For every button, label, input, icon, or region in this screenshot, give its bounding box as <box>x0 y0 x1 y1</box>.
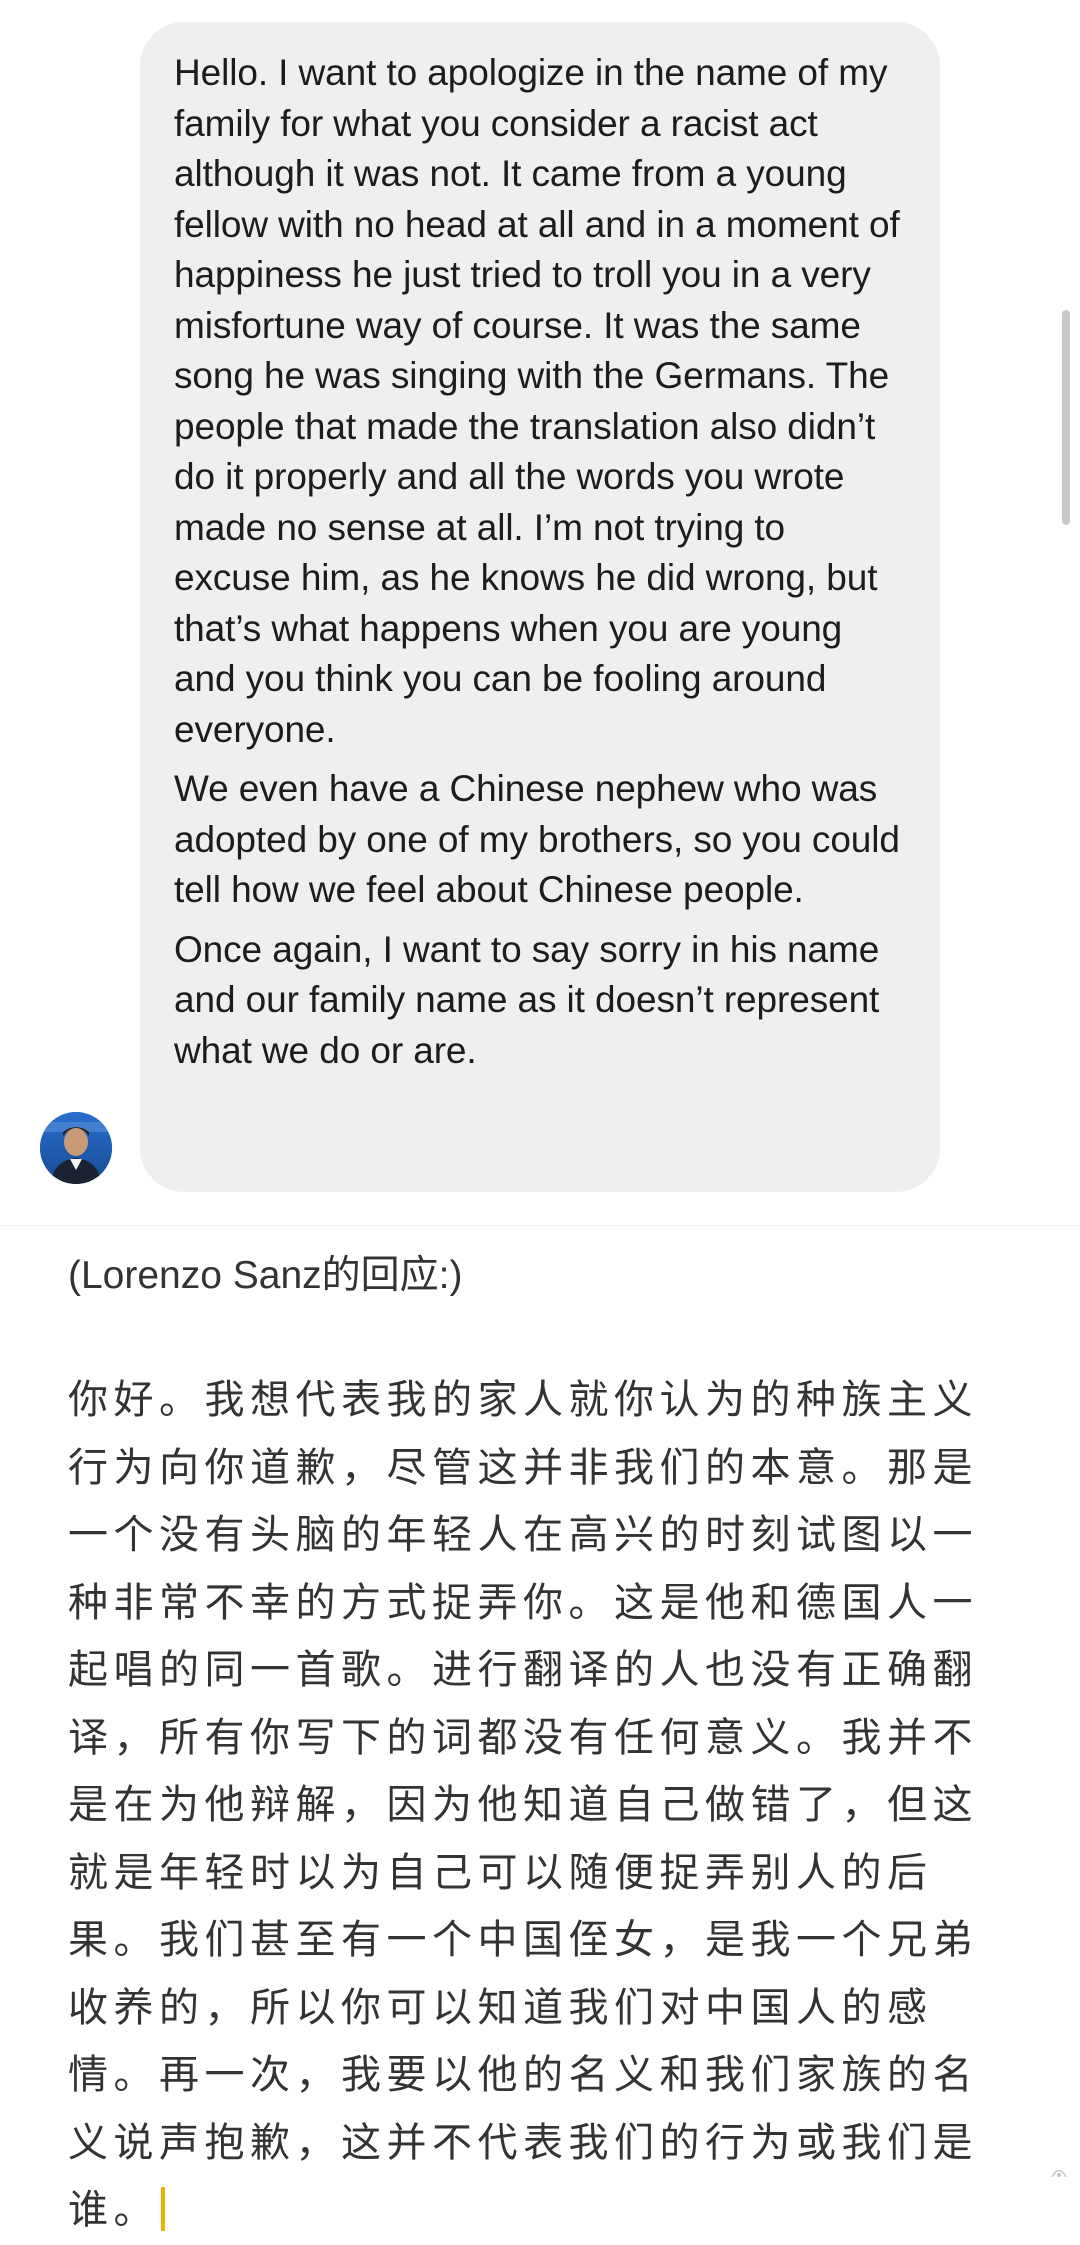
message-paragraph-3: Once again, I want to say sorry in his n… <box>174 928 880 1071</box>
translation-text[interactable]: 你好。我想代表我的家人就你认为的种族主义行为向你道歉，尽管这并非我们的本意。那是… <box>68 1367 1013 2245</box>
watermark-icon <box>1050 2166 1068 2183</box>
translation-body: 你好。我想代表我的家人就你认为的种族主义行为向你道歉，尽管这并非我们的本意。那是… <box>68 1377 978 2233</box>
message-bubble[interactable]: Hello. I want to apologize in the name o… <box>140 22 940 1192</box>
message-scrollbar[interactable] <box>1062 310 1070 525</box>
message-thread[interactable]: Hello. I want to apologize in the name o… <box>0 0 1080 1225</box>
section-divider <box>0 1225 1080 1226</box>
sender-avatar-icon <box>40 1112 112 1184</box>
reply-caption: (Lorenzo Sanz的回应:) <box>68 1254 463 1297</box>
sender-avatar[interactable] <box>40 1112 112 1184</box>
text-cursor-icon <box>161 2187 165 2231</box>
message-paragraph-2: We even have a Chinese nephew who was ad… <box>174 768 900 910</box>
message-paragraph-1: Hello. I want to apologize in the name o… <box>174 52 900 750</box>
